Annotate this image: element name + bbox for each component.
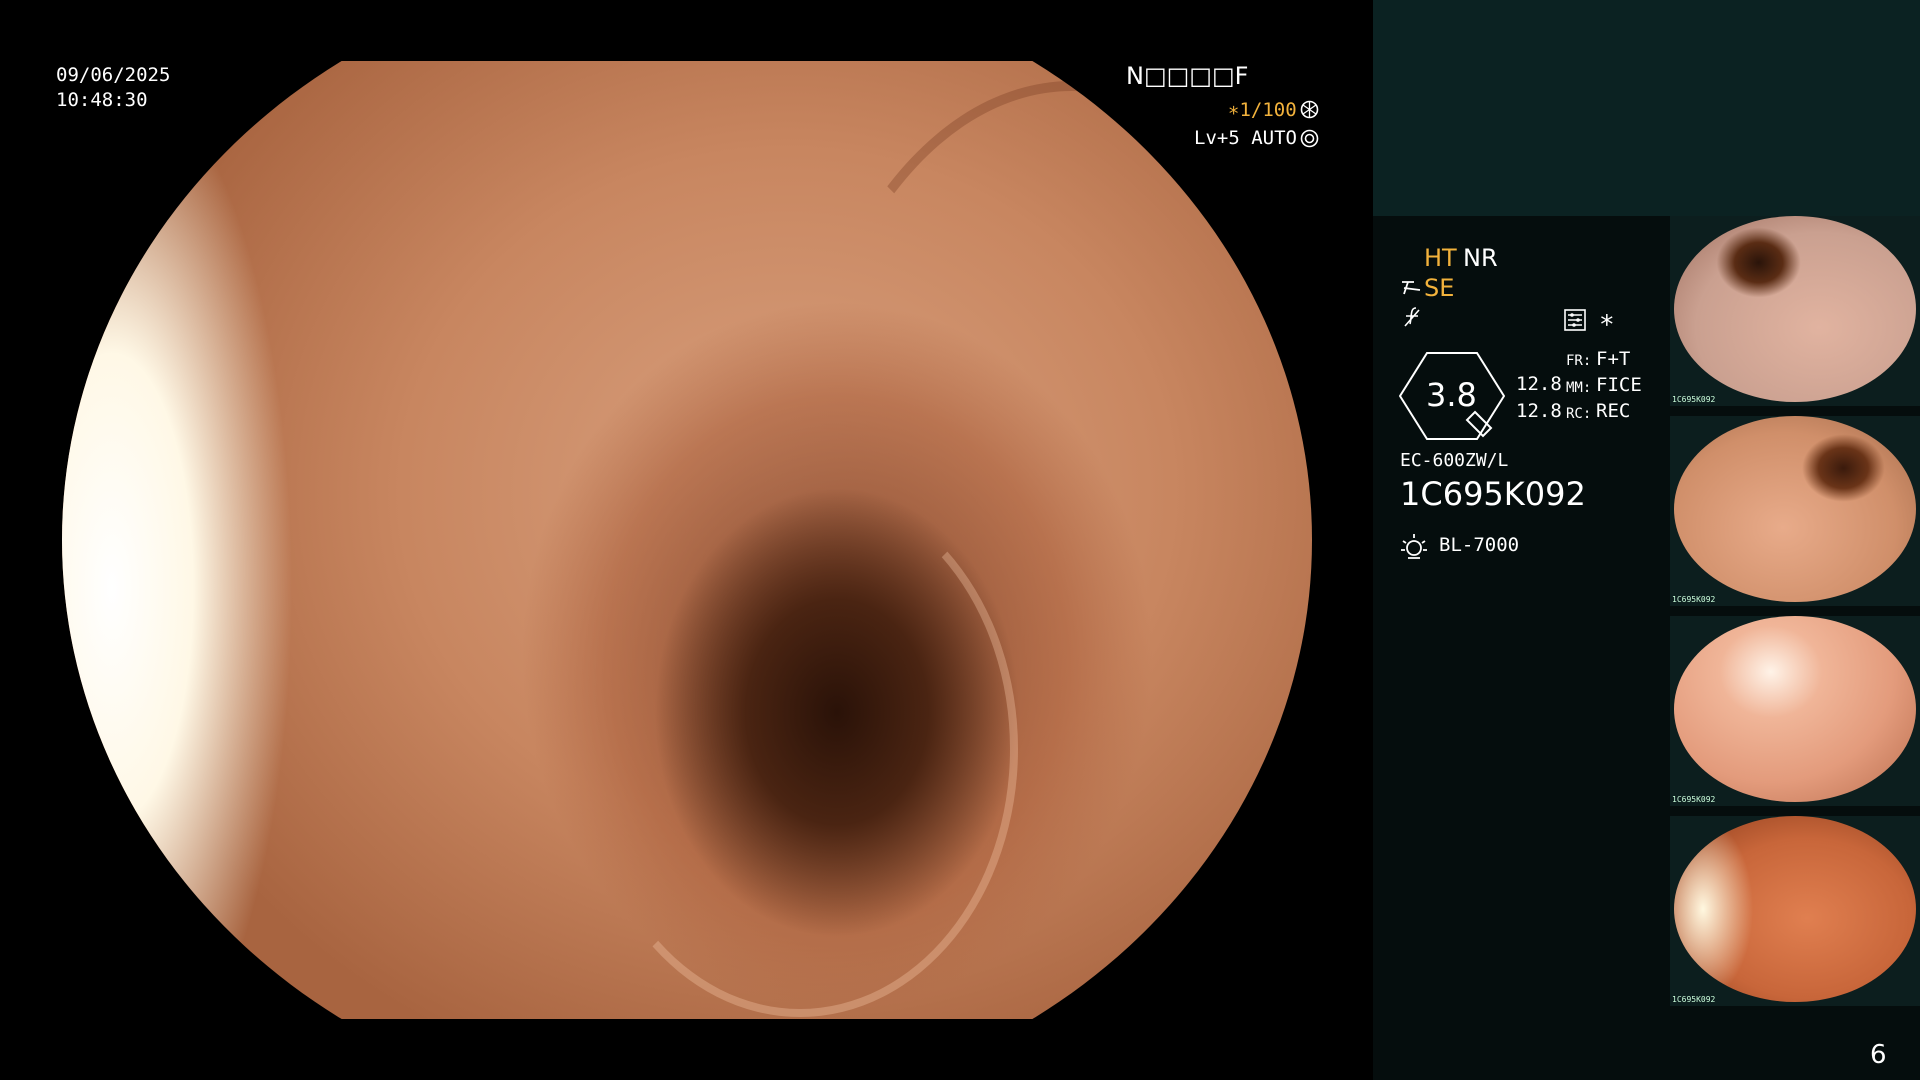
shutter-speed: ∗1/100 [1228,99,1297,121]
light-source-icon [1400,533,1428,565]
thumbnail-caption: 1C695K092 [1672,995,1716,1004]
structure-enhance-icon [1400,278,1422,302]
mucosal-fold [582,481,1018,1017]
sidebar-header-panel [1373,0,1920,216]
light-level: Lv+5 AUTO [1194,127,1297,149]
thumbnail-image [1674,216,1916,402]
setting-value-1: 12.8 [1516,373,1562,395]
mm-label: MM: [1566,380,1592,396]
fr-label: FR: [1566,353,1592,369]
mm-value: FICE [1596,374,1642,396]
page-number: 6 [1870,1040,1887,1070]
capture-thumbnail[interactable]: 1C695K092 [1670,416,1920,606]
iris-icon [1300,129,1319,152]
thumbnail-image [1674,616,1916,802]
asterisk-indicator: ∗ [1599,305,1615,335]
ht-indicator: HT [1424,244,1457,272]
shutter-icon [1300,100,1319,123]
endoscope-image [62,61,1312,1019]
thumbnail-caption: 1C695K092 [1672,795,1716,804]
rc-label: RC: [1566,406,1592,422]
patient-code: N□□□□F [1126,62,1249,90]
setting-value-2: 12.8 [1516,400,1562,422]
nr-indicator: NR [1463,244,1498,272]
thumbnail-caption: 1C695K092 [1672,395,1716,404]
scope-model: EC-600ZW/L [1400,450,1509,471]
fr-value: F+T [1596,348,1631,370]
se-indicator: SE [1424,274,1455,302]
light-glare [62,61,322,1019]
thumbnail-caption: 1C695K092 [1672,595,1716,604]
exam-time: 10:48:30 [56,89,148,111]
info-sidebar: HT NR SE ∗ 3.8 12.8 12.8 FR: F+T MM: FIC… [1373,0,1920,1080]
rc-value: REC [1596,400,1631,422]
capture-thumbnail[interactable]: 1C695K092 [1670,816,1920,1006]
processor-settings-icon [1564,309,1586,335]
zoom-value: 3.8 [1426,376,1477,414]
scope-serial: 1C695K092 [1400,475,1586,513]
thumbnail-image [1674,816,1916,1002]
light-source: BL-7000 [1439,534,1520,556]
exam-date: 09/06/2025 [56,64,171,86]
function-icon [1402,306,1422,332]
capture-thumbnail[interactable]: 1C695K092 [1670,216,1920,406]
endoscope-view: 09/06/2025 10:48:30 N□□□□F ∗1/100 Lv+5 A… [0,0,1373,1080]
thumbnail-image [1674,416,1916,602]
capture-thumbnail[interactable]: 1C695K092 [1670,616,1920,806]
